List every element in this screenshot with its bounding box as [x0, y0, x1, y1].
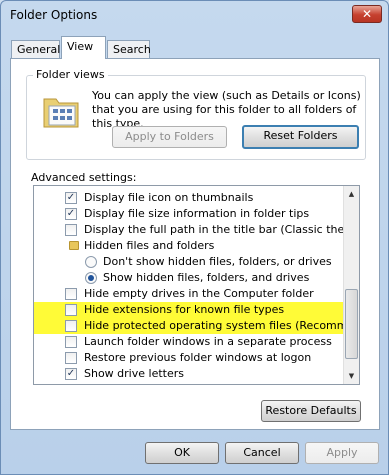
checkbox-display-file-size[interactable]: ✓ — [65, 208, 77, 220]
tab-view[interactable]: View — [61, 36, 106, 59]
checkbox-display-file-icon[interactable]: ✓ — [65, 192, 77, 204]
restore-defaults-button[interactable]: Restore Defaults — [261, 400, 361, 422]
checkbox-show-drive-letters[interactable]: ✓ — [65, 368, 77, 380]
close-button[interactable]: ✕ — [352, 5, 382, 23]
list-item[interactable]: Show hidden files, folders, and drives — [34, 270, 344, 286]
item-label: Hidden files and folders — [84, 239, 215, 252]
folder-views-label: Folder views — [33, 68, 108, 81]
vertical-scrollbar[interactable]: ▲ ▼ — [343, 186, 359, 384]
view-tab-panel: Folder views You can apply the view (suc… — [10, 58, 380, 430]
item-label: Hide protected operating system files (R… — [84, 319, 360, 332]
item-label: Display the full path in the title bar (… — [84, 223, 359, 236]
list-item-highlighted[interactable]: Hide extensions for known file types — [34, 302, 344, 318]
checkbox-hide-extensions[interactable] — [65, 304, 77, 316]
item-label: Display file icon on thumbnails — [84, 191, 254, 204]
cancel-button[interactable]: Cancel — [225, 442, 299, 464]
list-item-highlighted[interactable]: Hide protected operating system files (R… — [34, 318, 359, 334]
folder-views-icon — [43, 98, 79, 128]
apply-to-folders-button[interactable]: Apply to Folders — [112, 126, 227, 148]
advanced-settings-label: Advanced settings: — [31, 171, 137, 184]
tab-general[interactable]: General — [11, 40, 60, 59]
radio-dont-show-hidden[interactable] — [85, 256, 97, 268]
item-label: Don't show hidden files, folders, or dri… — [103, 255, 332, 268]
scroll-down-icon[interactable]: ▼ — [344, 368, 359, 384]
list-item[interactable]: Don't show hidden files, folders, or dri… — [34, 254, 344, 270]
list-item[interactable]: Display the full path in the title bar (… — [34, 222, 359, 238]
tab-search[interactable]: Search — [107, 40, 151, 59]
scroll-up-icon[interactable]: ▲ — [344, 186, 359, 202]
apply-button[interactable]: Apply — [305, 442, 379, 464]
folder-views-group: Folder views You can apply the view (suc… — [26, 68, 366, 160]
list-item: Hidden files and folders — [34, 238, 344, 254]
item-label: Hide extensions for known file types — [84, 303, 285, 316]
window-title: Folder Options — [10, 8, 98, 22]
list-item[interactable]: ✓ Display file size information in folde… — [34, 206, 344, 222]
item-label: Display file size information in folder … — [84, 207, 310, 220]
scrollbar-thumb[interactable] — [345, 289, 358, 359]
checkbox-hide-empty-drives[interactable] — [65, 288, 77, 300]
item-label: Launch folder windows in a separate proc… — [84, 335, 332, 348]
item-label: Show hidden files, folders, and drives — [103, 271, 310, 284]
checkbox-restore-windows[interactable] — [65, 352, 77, 364]
list-item[interactable]: Restore previous folder windows at logon — [34, 350, 344, 366]
folder-options-window: Folder Options ✕ General View Search Fol… — [0, 0, 389, 475]
list-item[interactable]: Launch folder windows in a separate proc… — [34, 334, 344, 350]
list-item[interactable]: ✓ Show drive letters — [34, 366, 344, 382]
item-label: Hide empty drives in the Computer folder — [84, 287, 314, 300]
title-bar[interactable]: Folder Options ✕ — [1, 1, 388, 31]
list-item[interactable]: ✓ Display file icon on thumbnails — [34, 190, 344, 206]
checkbox-hide-protected-files[interactable] — [65, 320, 77, 332]
reset-folders-button[interactable]: Reset Folders — [242, 125, 359, 149]
folder-icon — [69, 241, 79, 250]
item-label: Show drive letters — [84, 367, 184, 380]
ok-button[interactable]: OK — [145, 442, 219, 464]
item-label: Restore previous folder windows at logon — [84, 351, 312, 364]
radio-show-hidden[interactable] — [85, 272, 97, 284]
advanced-settings-list[interactable]: ✓ Display file icon on thumbnails ✓ Disp… — [33, 185, 360, 385]
checkbox-full-path-title[interactable] — [65, 224, 77, 236]
checkbox-separate-process[interactable] — [65, 336, 77, 348]
list-item[interactable]: Hide empty drives in the Computer folder — [34, 286, 344, 302]
